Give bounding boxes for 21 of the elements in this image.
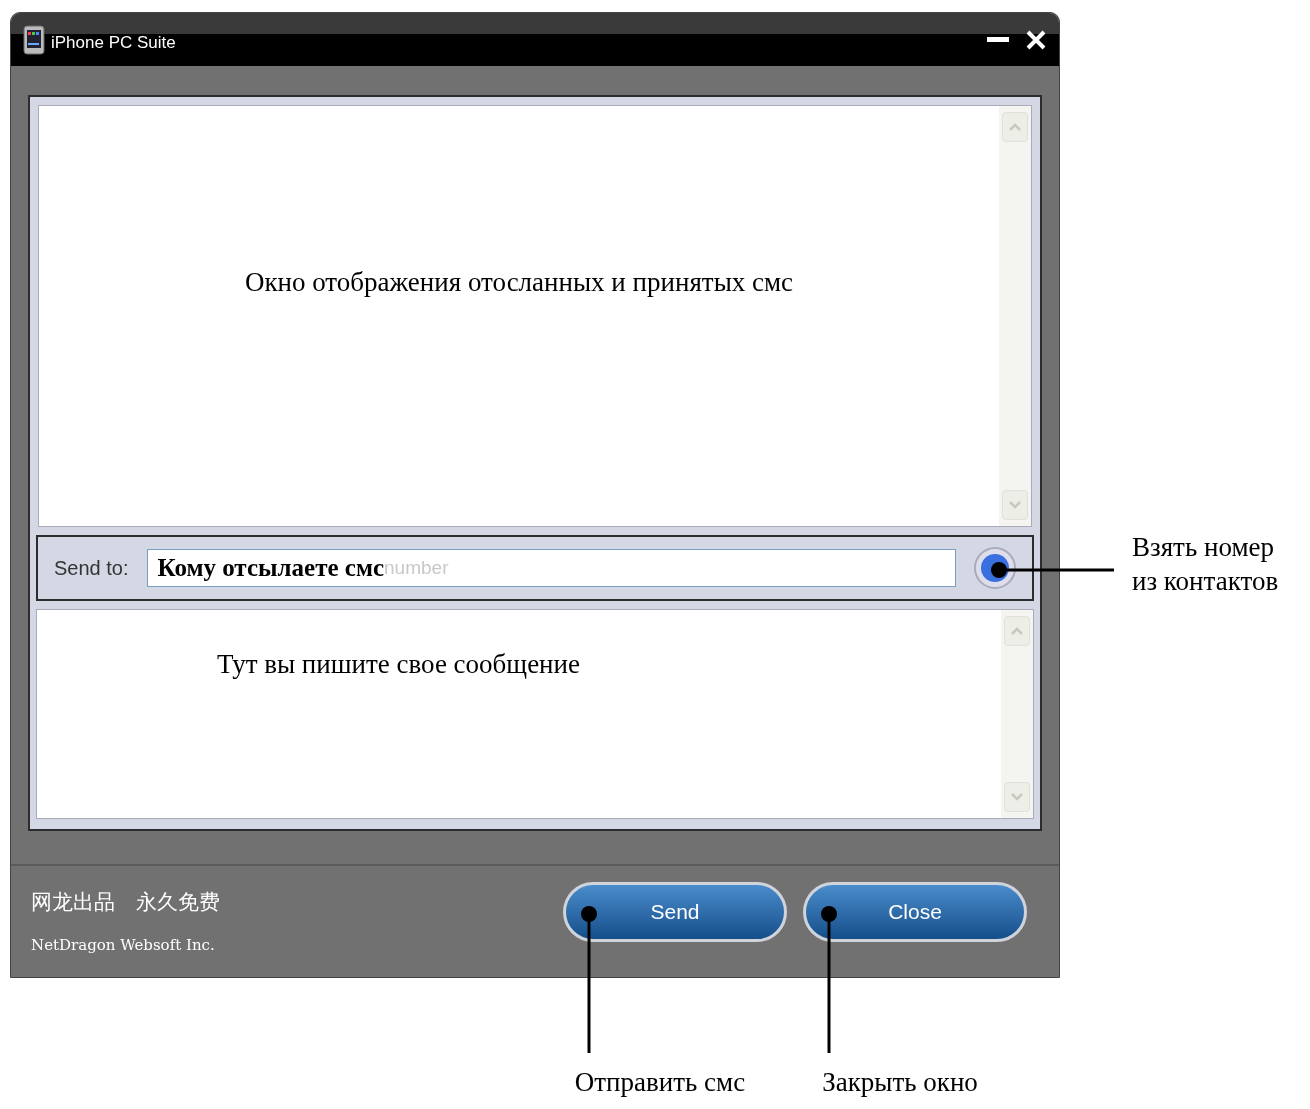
send-to-annotation: Кому отсылаете смс [157,553,385,584]
chinese-slogan: 网龙出品 永久免费 [31,889,220,915]
phone-icon [23,24,45,55]
contacts-annotation: из контактов [1132,564,1279,598]
phone-number-field[interactable]: Кому отсылаете смсnumber [146,549,956,587]
scrollbar[interactable] [1001,610,1033,818]
company-name: NetDragon Websoft Inc. [31,934,216,956]
close-icon[interactable] [1025,28,1047,51]
button-annotation: Отправить смс [574,1066,746,1099]
message-display-annotation: Окно отображения отосланных и принятых смс [244,266,794,299]
button-annotation: Закрыть окно [822,1066,978,1099]
message-input-annotation: Тут вы пишите свое сообщение [217,649,580,679]
contacts-annotation: Взять номер [1132,531,1275,564]
action-button[interactable]: Send [563,882,787,942]
minimize-icon[interactable] [987,37,1009,42]
message-input[interactable]: Тут вы пишите свое сообщение [36,609,1034,819]
send-to-label: Send to: [54,556,129,581]
scrollbar[interactable] [999,106,1031,526]
action-button[interactable]: Close [803,882,1027,942]
window-title: iPhone PC Suite [51,31,176,54]
field-placeholder: number [384,555,449,580]
